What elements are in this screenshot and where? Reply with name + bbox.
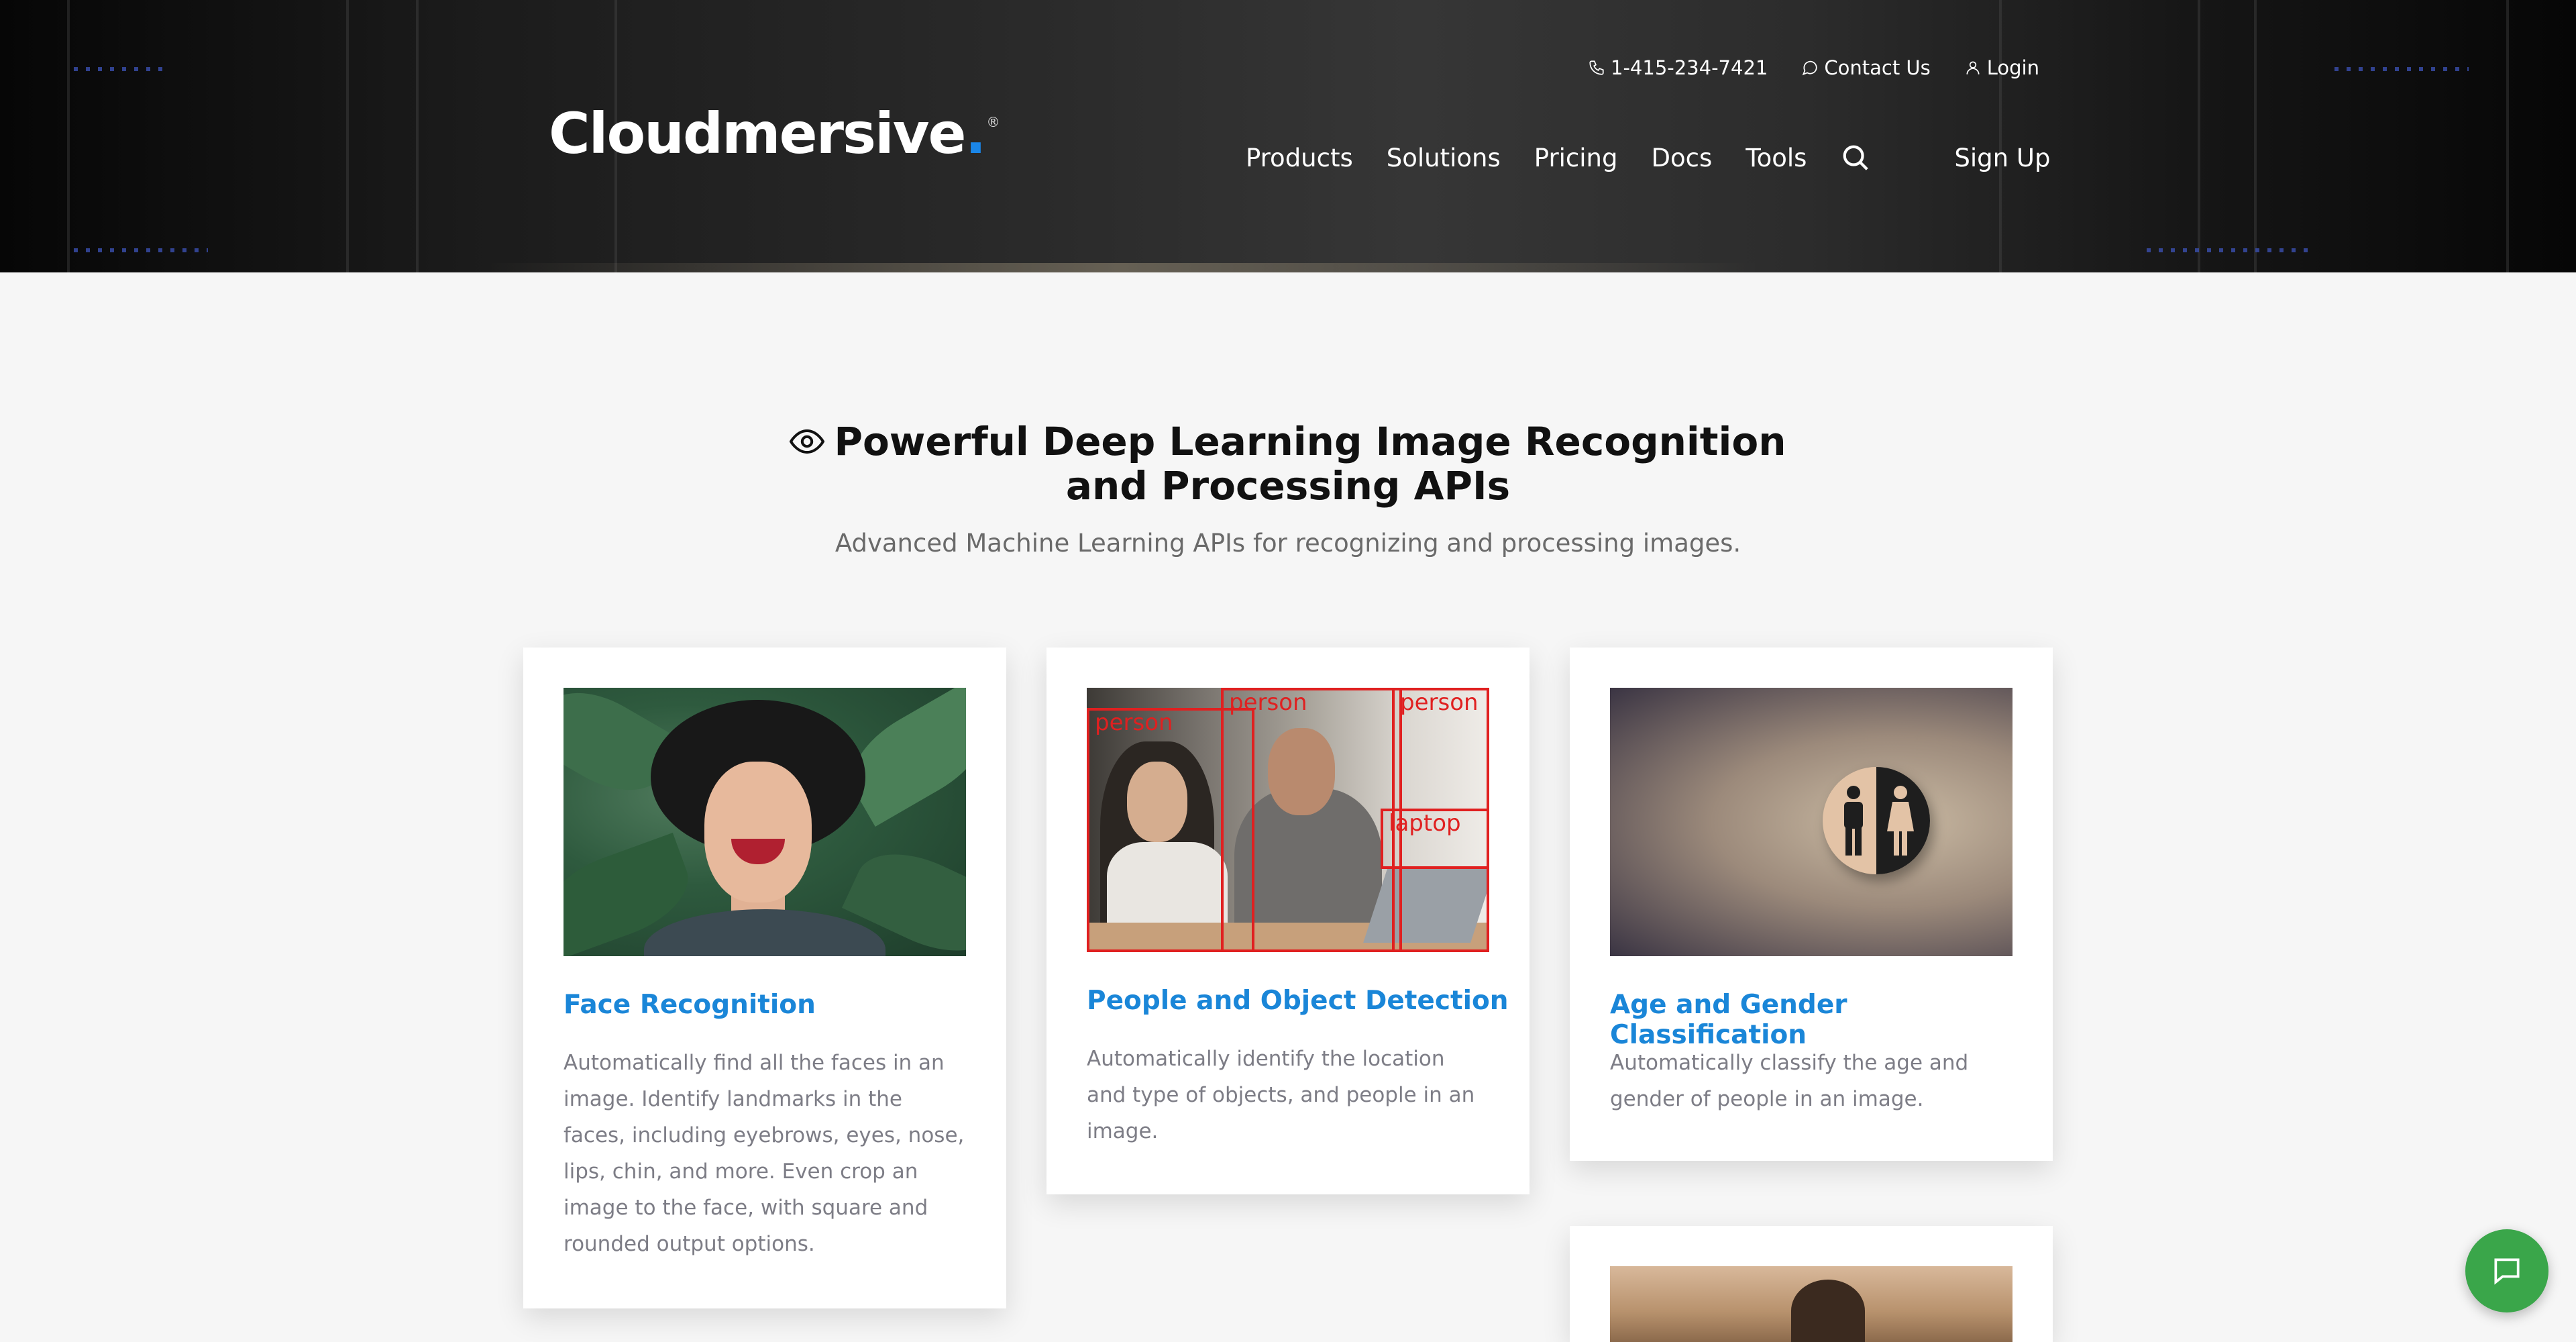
contact-us-label: Contact Us	[1824, 56, 1931, 79]
male-figure-icon	[1844, 786, 1863, 856]
phone-number: 1-415-234-7421	[1611, 56, 1768, 79]
page-title: Powerful Deep Learning Image Recognition…	[778, 419, 1798, 508]
main-nav: Products Solutions Pricing Docs Tools Si…	[1246, 142, 2050, 173]
page-title-text: Powerful Deep Learning Image Recognition…	[834, 419, 1786, 509]
registered-mark: ®	[986, 114, 1000, 130]
card-people-object-detection[interactable]: person person person laptop People and O…	[1046, 648, 1529, 1194]
user-icon	[1966, 61, 1980, 74]
detection-label: laptop	[1389, 810, 1461, 837]
card-title[interactable]: People and Object Detection	[1087, 986, 1509, 1016]
search-icon[interactable]	[1840, 142, 1871, 173]
card-description: Automatically find all the faces in an i…	[564, 1051, 965, 1256]
detection-label: person	[1095, 709, 1173, 736]
header-background-rack	[2254, 0, 2509, 272]
nav-docs[interactable]: Docs	[1652, 144, 1713, 172]
card-face-recognition[interactable]: Face Recognition Automatically find all …	[523, 648, 1006, 1308]
chat-icon	[2494, 1258, 2520, 1285]
chat-button[interactable]	[2465, 1229, 2548, 1312]
face-recognition-image	[564, 688, 966, 956]
sign-up-link[interactable]: Sign Up	[1954, 144, 2050, 172]
card-description: Automatically classify the age and gende…	[1610, 1051, 1969, 1111]
restroom-sign	[1823, 767, 1930, 874]
nav-tools[interactable]: Tools	[1746, 144, 1807, 172]
header-background-rack	[1999, 0, 2200, 272]
detection-label: person	[1400, 689, 1479, 716]
login-label: Login	[1986, 56, 2039, 79]
header-background-rack	[67, 0, 349, 272]
nav-pricing[interactable]: Pricing	[1534, 144, 1618, 172]
detection-box: person	[1221, 688, 1402, 952]
nav-products[interactable]: Products	[1246, 144, 1353, 172]
object-detection-image: person person person laptop	[1087, 688, 1489, 952]
rack-led-strip	[74, 67, 168, 71]
card-next-api[interactable]	[1570, 1226, 2053, 1342]
eye-icon	[790, 429, 825, 454]
nav-solutions[interactable]: Solutions	[1387, 144, 1501, 172]
card-age-gender-classification[interactable]: Age and Gender Classification Automatica…	[1570, 648, 2053, 1161]
logo-dot: .	[965, 101, 987, 166]
card-description: Automatically identify the location and …	[1087, 1047, 1475, 1143]
logo[interactable]: Cloudmersive. ®	[549, 101, 1000, 166]
contact-us-link[interactable]: Contact Us	[1801, 56, 1931, 79]
card-title[interactable]: Face Recognition	[564, 990, 816, 1020]
detection-label: person	[1229, 689, 1307, 716]
site-header: Cloudmersive. ® 1-415-234-7421 Contact U…	[0, 0, 2576, 272]
person-shape	[1791, 1280, 1865, 1342]
rack-led-strip	[2334, 67, 2469, 71]
login-link[interactable]: Login	[1964, 56, 2039, 79]
chat-bubble-icon	[1803, 60, 1817, 76]
shoulders-shape	[644, 909, 885, 956]
rack-led-strip	[2147, 248, 2308, 252]
utility-nav: 1-415-234-7421 Contact Us Login	[1588, 56, 2039, 79]
next-api-image	[1610, 1266, 2012, 1342]
female-figure-icon	[1887, 786, 1914, 856]
page-subtitle: Advanced Machine Learning APIs for recog…	[835, 529, 1741, 558]
card-title[interactable]: Age and Gender Classification	[1610, 990, 2053, 1050]
header-glow	[483, 263, 1758, 272]
face-shape	[704, 762, 812, 902]
phone-icon	[1589, 60, 1604, 75]
rack-led-strip	[74, 248, 208, 252]
detection-box: laptop	[1381, 809, 1489, 869]
logo-text: Cloudmersive	[549, 101, 967, 166]
phone-link[interactable]: 1-415-234-7421	[1588, 56, 1768, 79]
age-gender-image	[1610, 688, 2012, 956]
